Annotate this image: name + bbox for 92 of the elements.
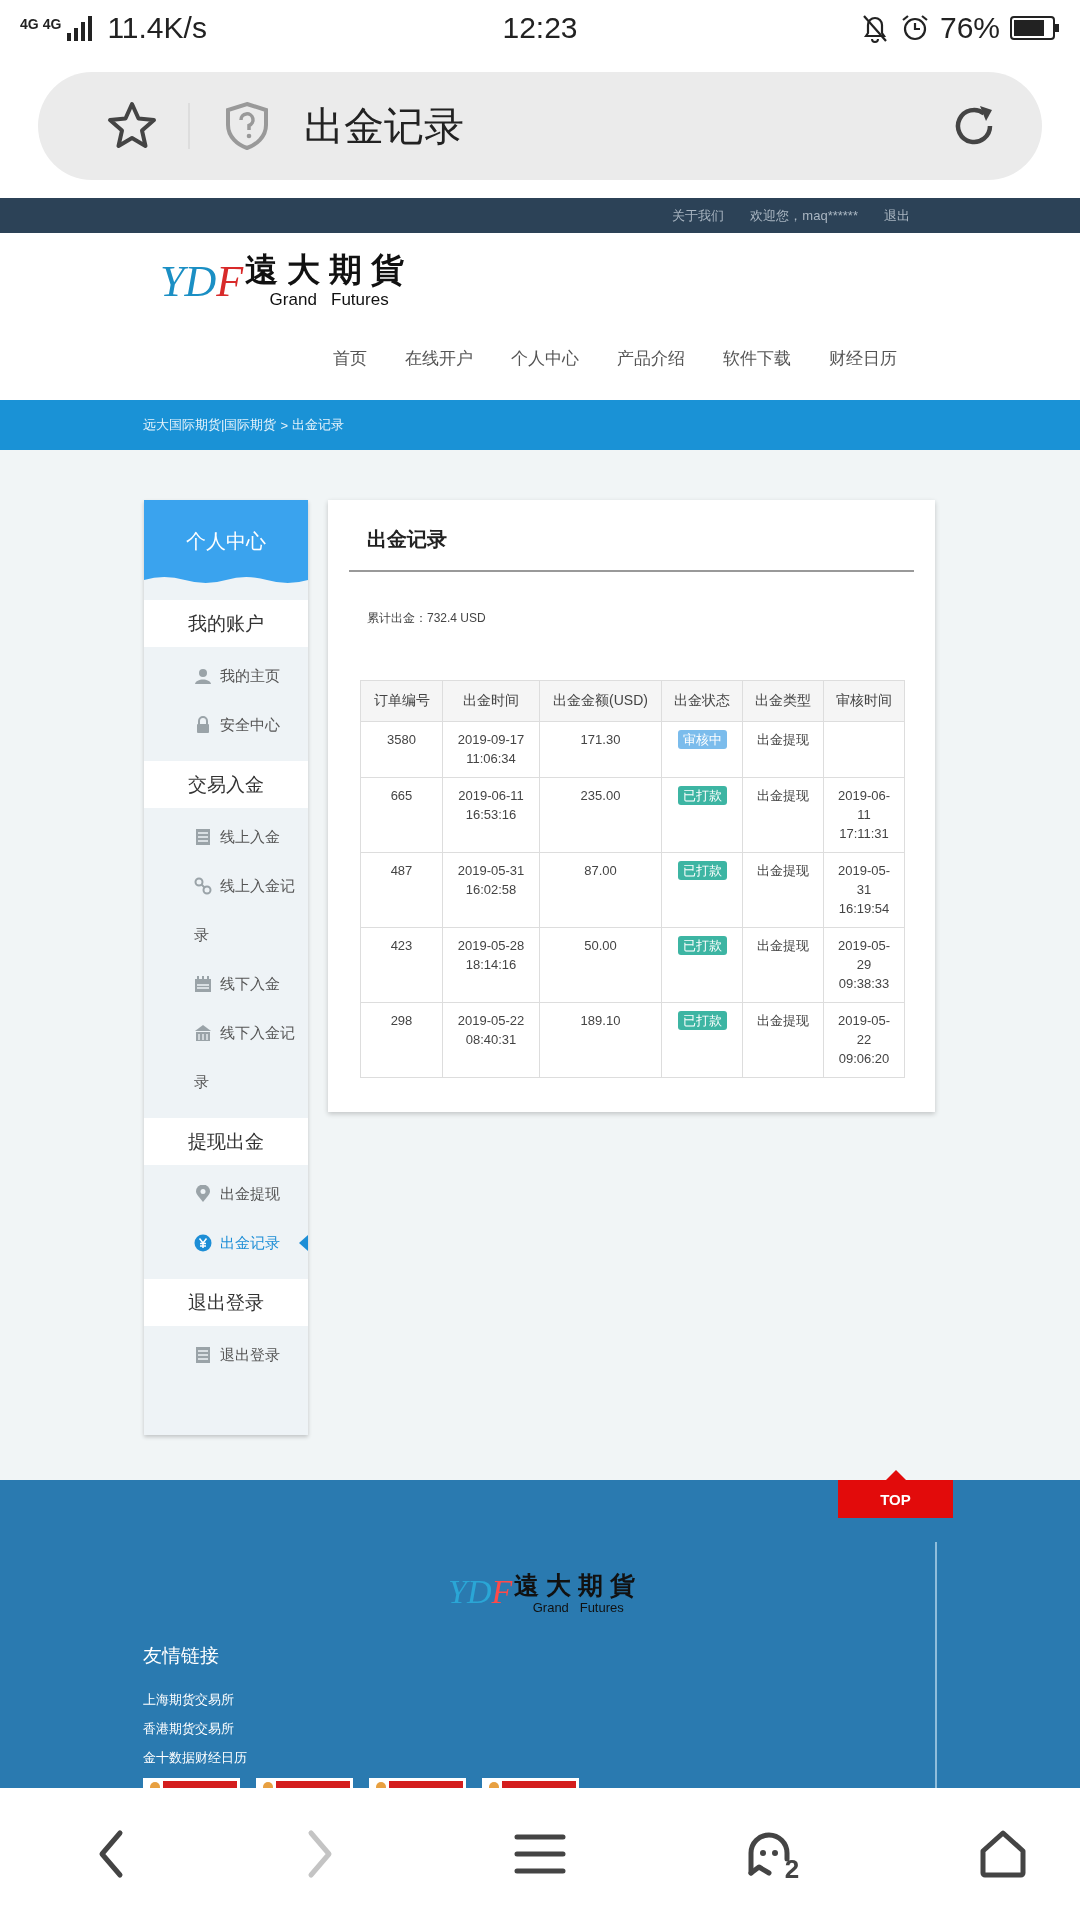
nav-link[interactable]: 首页 [333, 347, 367, 370]
table-cell: 出金提现 [742, 721, 824, 778]
sidebar-item[interactable]: 线上入金记录 [144, 861, 308, 959]
column-header: 出金时间 [442, 680, 540, 722]
status-badge: 已打款 [677, 786, 727, 805]
table-cell: 50.00 [539, 927, 662, 1003]
table-cell: 189.10 [539, 1002, 662, 1078]
table-cell: 2019-05-29 09:38:33 [823, 927, 905, 1003]
links-title: 友情链接 [143, 1644, 220, 1668]
logo-name: 遠大期貨 [245, 250, 414, 290]
sidebar-item[interactable]: 我的主页 [144, 651, 308, 700]
table-cell: 出金提现 [742, 777, 824, 853]
section-title: 退出登录 [188, 1290, 264, 1315]
footer-link[interactable]: 金十数据财经日历 [143, 1743, 247, 1772]
sidebar-item[interactable]: 线下入金记录 [144, 1008, 308, 1106]
table-cell: 2019-06-11 17:11:31 [823, 777, 905, 853]
network-label: 4G [20, 17, 39, 31]
logo-subtitle: Grand Futures [532, 1600, 624, 1616]
total-summary: 累计出金：732.4 USD [366, 610, 487, 627]
bank-icon [194, 1023, 212, 1042]
yen-coin-icon [194, 1233, 212, 1252]
table-cell: 2019-05-31 16:02:58 [442, 852, 540, 928]
sidebar-item[interactable]: 线下入金 [144, 959, 308, 1008]
sidebar-item[interactable]: 出金提现 [144, 1169, 308, 1218]
chat-button[interactable]: 2 [740, 1825, 804, 1883]
table-cell: 2019-05-31 16:19:54 [823, 852, 905, 928]
sidebar-title: 个人中心 [186, 529, 266, 554]
breadcrumb-current: 出金记录 [292, 416, 344, 434]
top-link[interactable]: 关于我们 [672, 206, 725, 225]
person-icon [194, 666, 212, 685]
battery-icon [1010, 15, 1060, 41]
status-badge: 已打款 [677, 861, 727, 880]
table-cell: 298 [360, 1002, 443, 1078]
nav-link[interactable]: 软件下载 [723, 347, 791, 370]
column-header: 审核时间 [823, 680, 905, 722]
footer-link[interactable]: 香港期货交易所 [143, 1714, 247, 1743]
table-cell: 2019-06-11 16:53:16 [442, 777, 540, 853]
document-icon [194, 827, 212, 846]
table-cell: 3580 [360, 721, 443, 778]
pointer-icon [299, 1235, 308, 1251]
table-cell: 2019-05-22 08:40:31 [442, 1002, 540, 1078]
sidebar-item[interactable]: 退出登录 [144, 1330, 308, 1379]
table-cell: 235.00 [539, 777, 662, 853]
location-pin-icon [194, 1184, 212, 1203]
status-badge: 审核中 [677, 730, 727, 749]
network-label: 4G [42, 17, 62, 31]
table-cell: 2019-05-28 18:14:16 [442, 927, 540, 1003]
column-header: 出金金额(USD) [539, 680, 662, 722]
network-speed: 11.4K/s [107, 11, 207, 45]
table-cell: 487 [360, 852, 443, 928]
table-cell: 出金提现 [742, 852, 824, 928]
calendar-icon [194, 974, 212, 993]
top-button[interactable]: TOP [838, 1470, 953, 1518]
table-cell: 出金提现 [742, 1002, 824, 1078]
logo-name: 遠大期貨 [514, 1570, 643, 1600]
menu-icon [513, 1832, 566, 1876]
top-link[interactable]: 退出 [884, 206, 910, 225]
nav-link[interactable]: 个人中心 [511, 347, 579, 370]
section-title: 我的账户 [188, 611, 264, 636]
page-title: 出金记录 [304, 102, 464, 150]
table-cell: 出金提现 [742, 927, 824, 1003]
lock-icon [194, 715, 212, 734]
footer-link[interactable]: 上海期货交易所 [143, 1685, 247, 1714]
count-label: 2 [784, 1854, 800, 1885]
star-icon[interactable] [106, 101, 158, 151]
logo-mark: YDF [160, 256, 244, 308]
battery-level: 76% [939, 11, 1000, 45]
status-badge: 已打款 [677, 1011, 727, 1030]
clock-time: 12:23 [502, 11, 578, 44]
column-header: 出金类型 [742, 680, 824, 722]
nav-link[interactable]: 产品介绍 [617, 347, 685, 370]
table-cell: 423 [360, 927, 443, 1003]
column-header: 出金状态 [661, 680, 743, 722]
table-cell: 87.00 [539, 852, 662, 928]
table-cell: 665 [360, 777, 443, 853]
section-title: 提现出金 [188, 1129, 264, 1154]
sidebar-item[interactable]: 安全中心 [144, 700, 308, 749]
top-link[interactable]: 欢迎您，maq****** [750, 206, 858, 225]
table-cell: 171.30 [539, 721, 662, 778]
card-title: 出金记录 [366, 527, 448, 552]
table-cell: 2019-05-22 09:06:20 [823, 1002, 905, 1078]
document-icon [194, 1345, 212, 1364]
breadcrumb-separator: > [280, 417, 288, 433]
section-title: 交易入金 [188, 772, 264, 797]
sidebar-item[interactable]: 线上入金 [144, 812, 308, 861]
nav-link[interactable]: 在线开户 [405, 347, 473, 370]
nav-link[interactable]: 财经日历 [829, 347, 897, 370]
table-cell: 2019-09-17 11:06:34 [442, 721, 540, 778]
link-icon [194, 876, 212, 895]
column-header: 订单编号 [360, 680, 443, 722]
status-badge: 已打款 [677, 936, 727, 955]
logo-subtitle: Grand Futures [269, 290, 389, 310]
